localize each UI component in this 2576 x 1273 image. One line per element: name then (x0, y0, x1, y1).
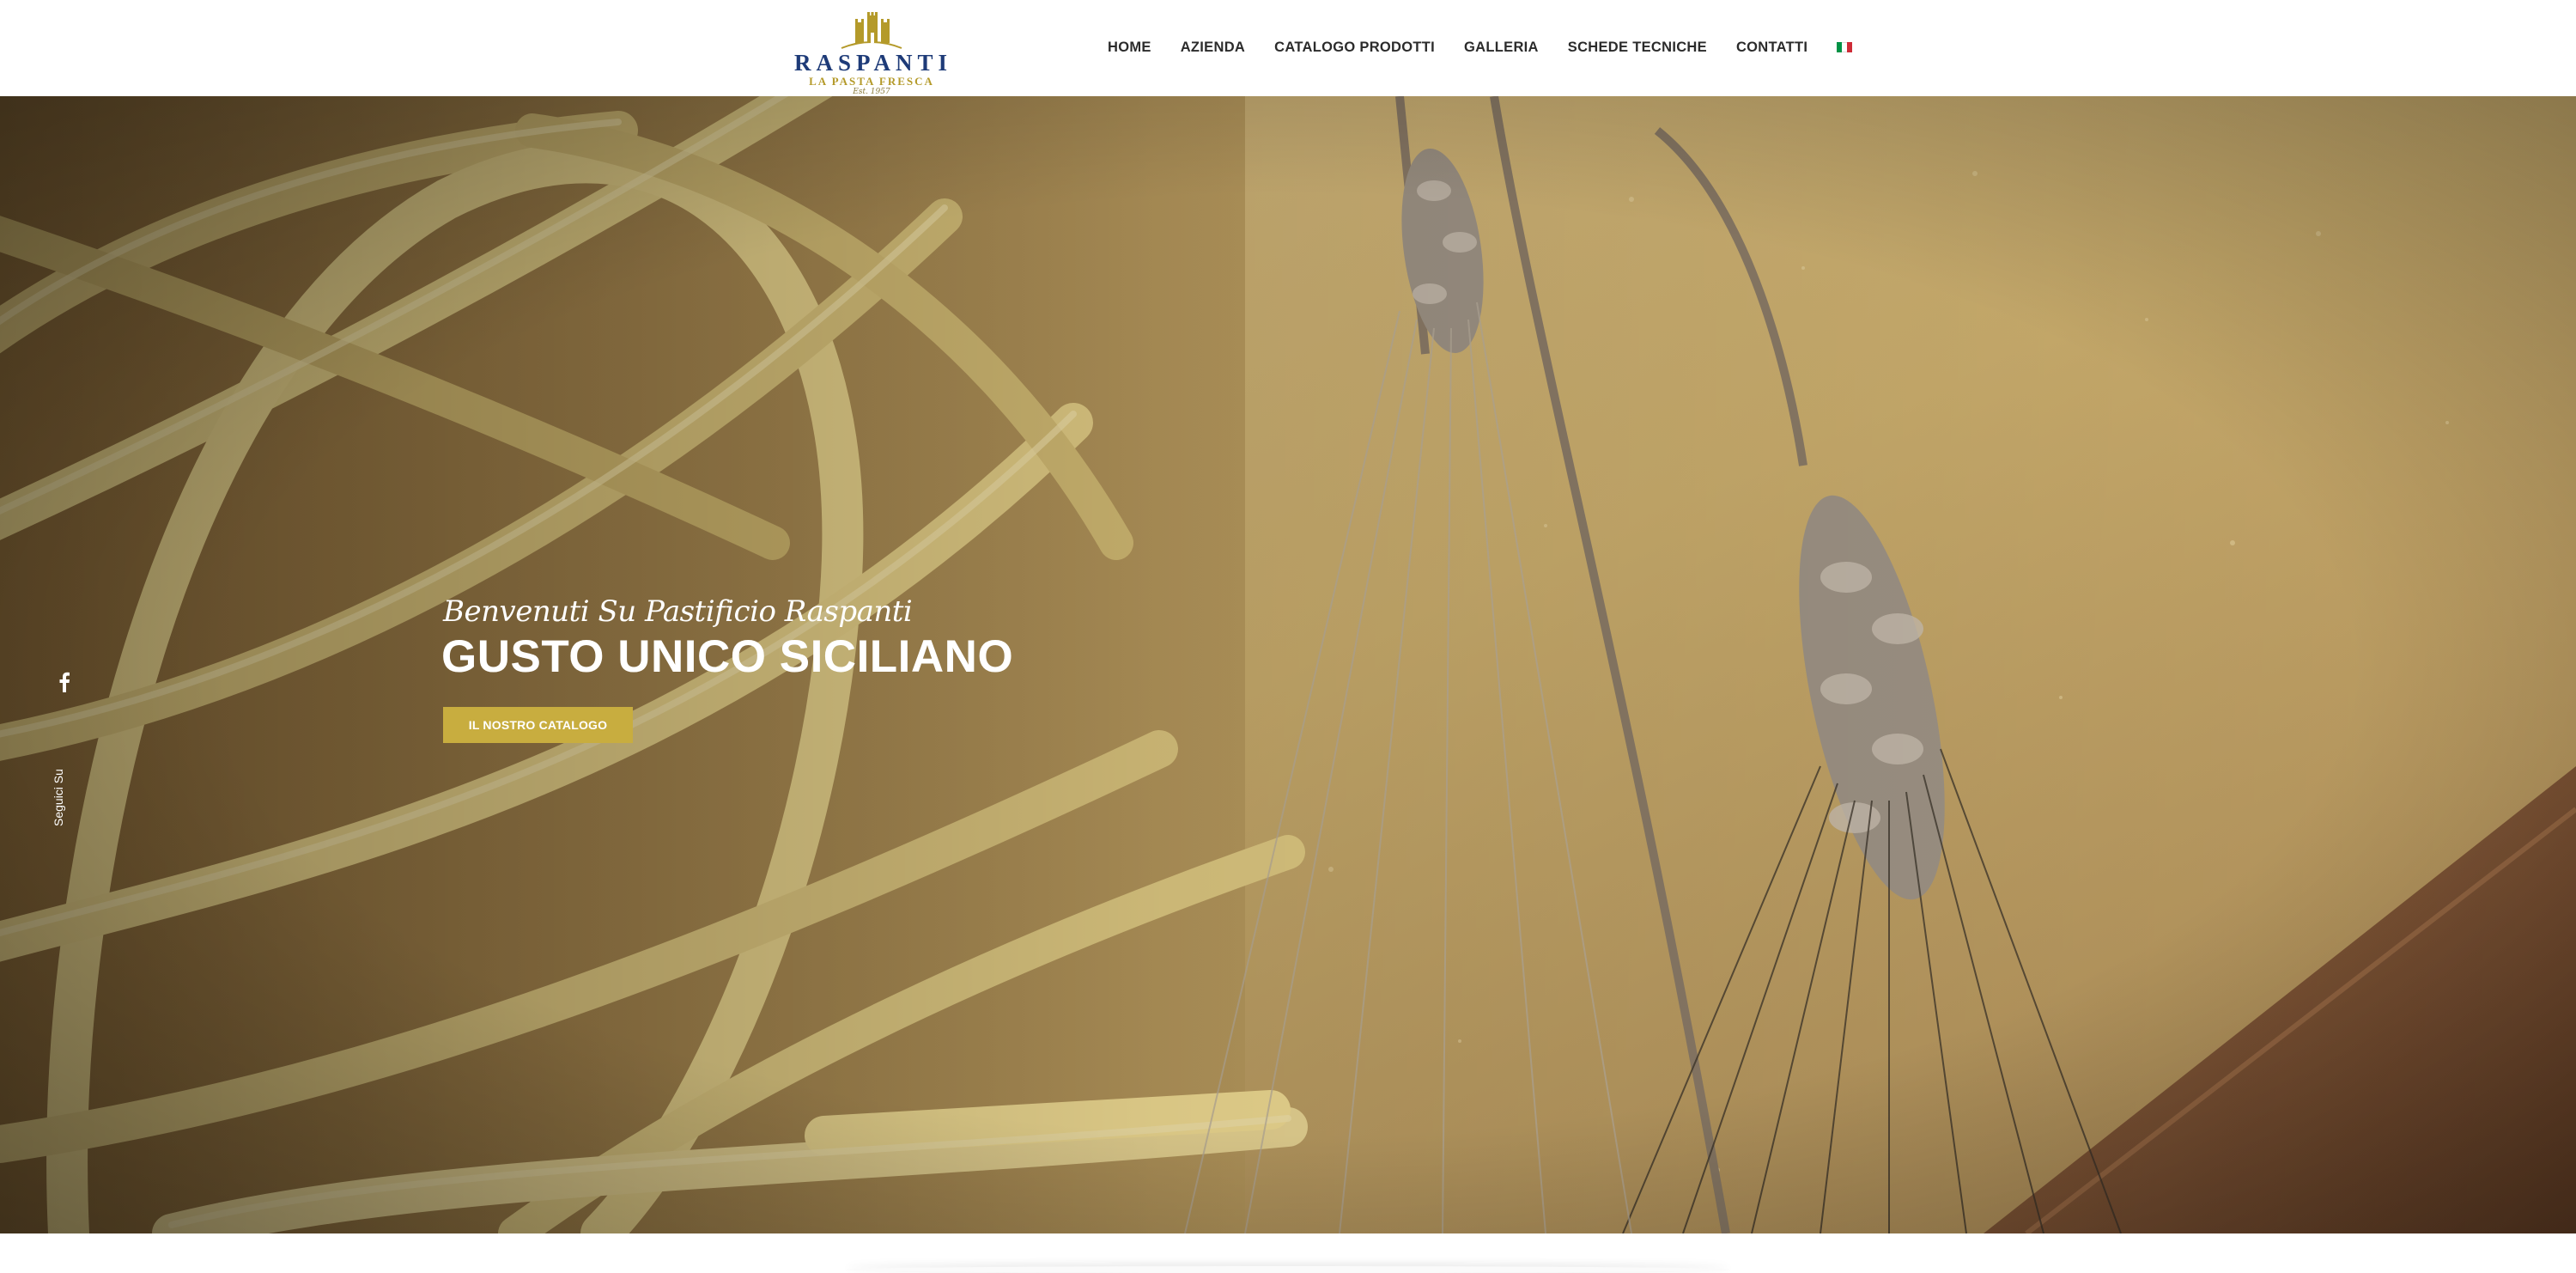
content-start-strip (0, 1233, 2576, 1273)
hero-background-image (0, 96, 2576, 1233)
site-header: RASPANTI LA PASTA FRESCA Est. 1957 HOME … (0, 0, 2576, 96)
nav-item-contatti[interactable]: CONTATTI (1736, 40, 1807, 56)
brand-established: Est. 1957 (853, 88, 890, 96)
hero-welcome-text: Benvenuti Su Pastificio Raspanti (443, 594, 913, 629)
hero-section: Seguici Su Benvenuti Su Pastificio Raspa… (0, 96, 2576, 1233)
brand-tagline: LA PASTA FRESCA (809, 75, 934, 88)
nav-item-catalogo-prodotti[interactable]: CATALOGO PRODOTTI (1274, 40, 1435, 56)
main-nav: HOME AZIENDA CATALOGO PRODOTTI GALLERIA … (1108, 35, 1853, 59)
italian-flag-icon[interactable] (1837, 42, 1853, 52)
nav-item-azienda[interactable]: AZIENDA (1181, 40, 1245, 56)
logo-link[interactable]: RASPANTI LA PASTA FRESCA Est. 1957 (794, 10, 949, 96)
hero-title: GUSTO UNICO SICILIANO (441, 631, 1014, 682)
nav-item-galleria[interactable]: GALLERIA (1464, 40, 1539, 56)
facebook-icon[interactable] (58, 672, 70, 692)
social-follow-label: Seguici Su (52, 769, 65, 826)
section-card-edge (846, 1266, 1730, 1273)
catalog-button[interactable]: IL NOSTRO CATALOGO (443, 707, 633, 743)
brand-name: RASPANTI (794, 50, 953, 76)
castle-logo-icon (841, 12, 902, 49)
nav-item-home[interactable]: HOME (1108, 40, 1151, 56)
nav-item-schede-tecniche[interactable]: SCHEDE TECNICHE (1568, 40, 1707, 56)
